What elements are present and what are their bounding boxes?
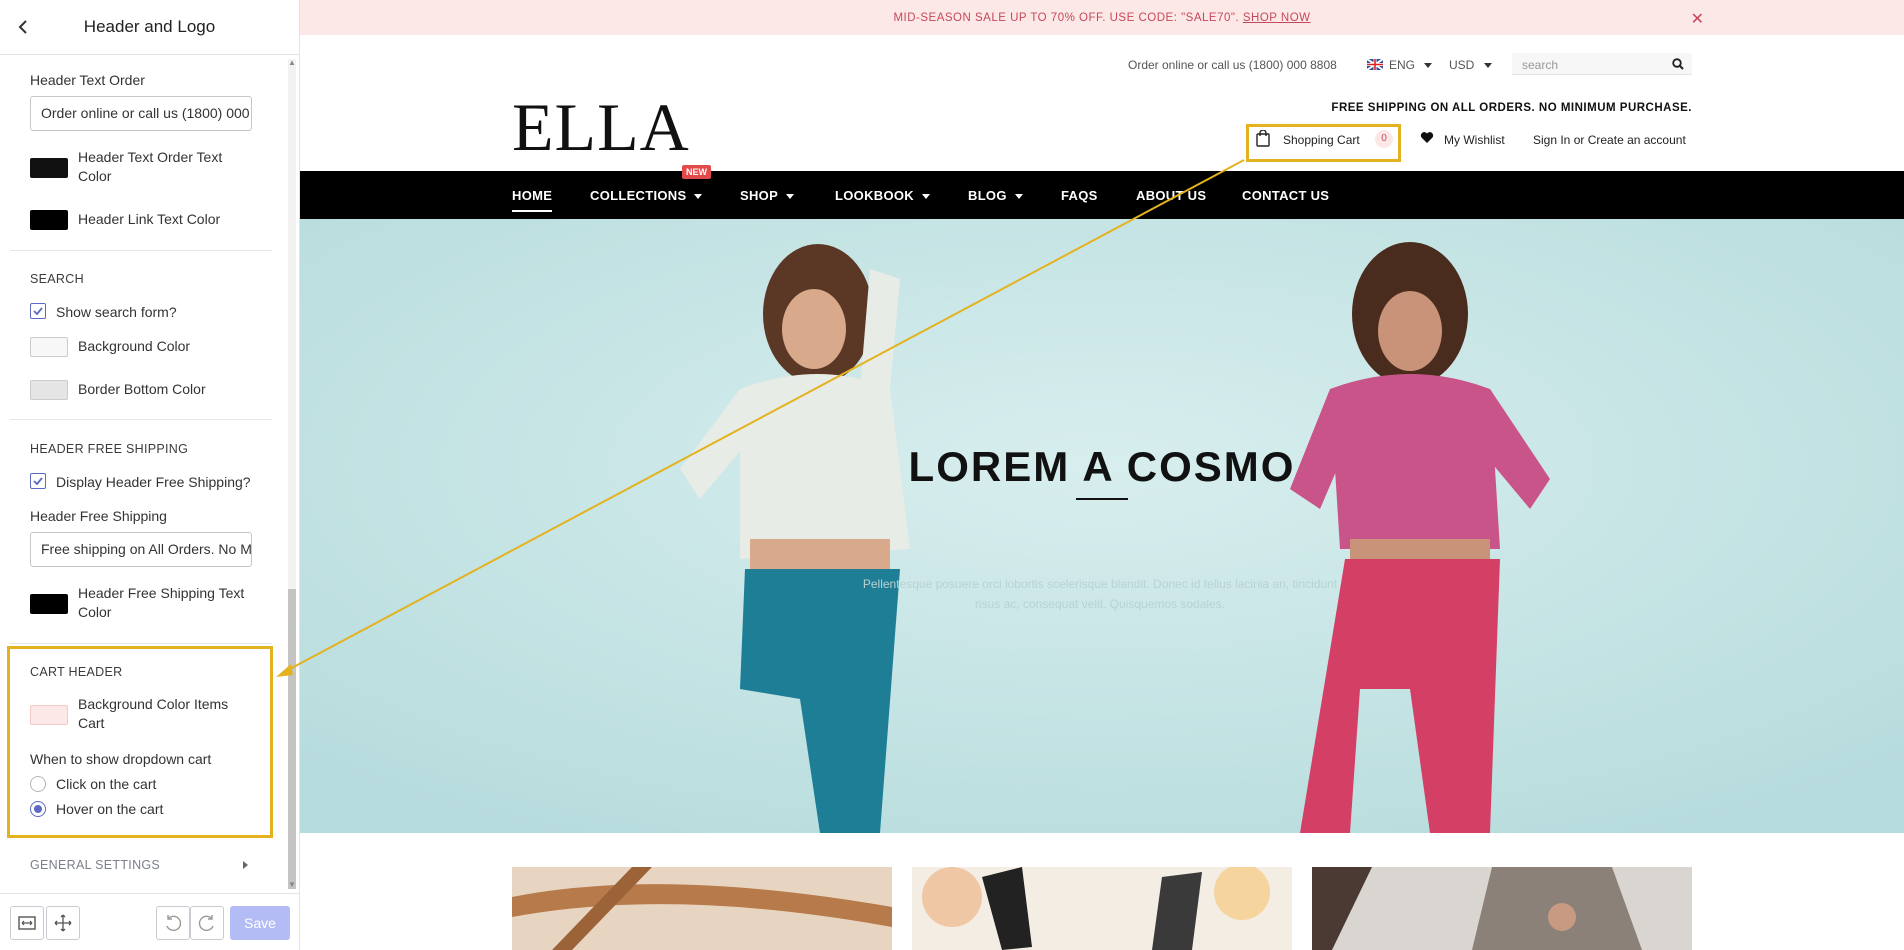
scrollbar-thumb[interactable] — [288, 589, 296, 889]
search-input[interactable]: search — [1522, 58, 1558, 72]
nav-blog[interactable]: BLOG — [968, 188, 1023, 203]
nav-lookbook-label: LOOKBOOK — [835, 188, 914, 203]
language-value: ENG — [1389, 58, 1416, 72]
show-search-form-checkbox[interactable] — [30, 303, 46, 319]
caret-down-icon — [1483, 63, 1492, 69]
nav-about-us[interactable]: ABOUT US — [1136, 188, 1206, 203]
header-free-shipping-input[interactable]: Free shipping on All Orders. No Minimum … — [30, 532, 252, 567]
top-bar: Order online or call us (1800) 000 8808 … — [300, 53, 1692, 75]
panel-scrollbar[interactable]: ▲ ▼ — [285, 59, 297, 889]
nav-collections[interactable]: COLLECTIONS — [590, 188, 703, 203]
nav-shop[interactable]: SHOP — [740, 188, 795, 203]
collection-image-3 — [1312, 867, 1692, 950]
collection-image-1 — [512, 867, 892, 950]
checkmark-icon — [33, 307, 43, 316]
nav-contact-us[interactable]: CONTACT US — [1242, 188, 1329, 203]
undo-button[interactable] — [156, 906, 190, 940]
uk-flag-icon — [1366, 58, 1384, 71]
panel-header: Header and Logo — [0, 0, 299, 55]
panel-footer: Save — [0, 893, 300, 950]
hero-models-image — [300, 219, 1904, 833]
nav-faqs[interactable]: FAQS — [1061, 188, 1098, 203]
header-text-order-input[interactable]: Order online or call us (1800) 000 8808 — [30, 96, 252, 131]
or-text: or — [1573, 133, 1585, 147]
free-shipping-text-color-swatch[interactable] — [30, 594, 68, 614]
hero-title: LOREM A COSMO — [908, 443, 1296, 490]
save-button[interactable]: Save — [230, 906, 290, 940]
caret-down-icon — [921, 194, 930, 200]
search-border-color-label: Border Bottom Color — [78, 381, 206, 397]
nav-home[interactable]: HOME — [512, 188, 553, 212]
checkmark-icon — [33, 477, 43, 486]
caret-down-icon — [1424, 63, 1433, 69]
header-free-shipping-label: Header Free Shipping — [30, 508, 167, 524]
collection-thumbnail-2[interactable] — [912, 867, 1292, 950]
show-search-form-label: Show search form? — [56, 304, 177, 320]
language-selector[interactable]: ENG — [1389, 58, 1433, 72]
new-badge: NEW — [682, 165, 711, 179]
shop-now-link[interactable]: SHOP NOW — [1243, 12, 1311, 24]
heart-icon — [1420, 132, 1434, 143]
hero-subtitle: Pellentesque posuere orci lobortis scele… — [862, 577, 1338, 611]
header-text-order-color-label: Header Text Order Text Color — [78, 149, 223, 184]
shopping-cart-label: Shopping Cart — [1283, 133, 1360, 147]
redo-button[interactable] — [190, 906, 224, 940]
order-text: Order online or call us (1800) 000 8808 — [1128, 58, 1337, 72]
cart-header-highlight-box — [7, 646, 273, 838]
store-preview: MID-SEASON SALE UP TO 70% OFF. USE CODE:… — [300, 0, 1904, 950]
shopping-bag-icon — [1256, 130, 1270, 147]
nav-lookbook[interactable]: LOOKBOOK — [835, 188, 930, 203]
nav-collections-label: COLLECTIONS — [590, 188, 687, 203]
search-border-color-swatch[interactable] — [30, 380, 68, 400]
fit-width-button[interactable] — [10, 906, 44, 940]
search-bg-color-swatch[interactable] — [30, 337, 68, 357]
free-shipping-section-title: HEADER FREE SHIPPING — [30, 442, 189, 456]
caret-right-icon — [243, 861, 248, 869]
fit-width-icon — [18, 916, 36, 930]
general-settings-section[interactable]: GENERAL SETTINGS — [30, 858, 160, 872]
currency-value: USD — [1449, 58, 1475, 72]
display-free-shipping-label: Display Header Free Shipping? — [56, 474, 251, 490]
hero-title-underline — [1076, 498, 1128, 500]
account-links: Sign In or Create an account — [1533, 133, 1686, 147]
nav-blog-label: BLOG — [968, 188, 1007, 203]
search-form[interactable]: search — [1512, 53, 1692, 75]
free-shipping-text-color-label: Header Free Shipping Text Color — [78, 585, 245, 620]
cart-count-badge: 0 — [1375, 130, 1393, 148]
collection-thumbnail-3[interactable] — [1312, 867, 1692, 950]
wishlist-label: My Wishlist — [1444, 133, 1505, 147]
caret-down-icon — [1014, 194, 1023, 200]
search-bg-color-label: Background Color — [78, 338, 191, 354]
hero-banner[interactable]: LOREM A COSMO Pellentesque posuere orci … — [300, 219, 1904, 833]
undo-icon — [166, 915, 182, 932]
main-navigation: HOME COLLECTIONS SHOP LOOKBOOK BLOG FAQS… — [300, 171, 1904, 219]
search-section-title: SEARCH — [30, 272, 84, 286]
announcement-text: MID-SEASON SALE UP TO 70% OFF. USE CODE:… — [300, 12, 1904, 24]
panel-title: Header and Logo — [83, 17, 216, 36]
announcement-bar: MID-SEASON SALE UP TO 70% OFF. USE CODE:… — [300, 0, 1904, 35]
collection-thumbnail-1[interactable] — [512, 867, 892, 950]
header-link-text-color-swatch[interactable] — [30, 210, 68, 230]
create-account-link[interactable]: Create an account — [1588, 133, 1686, 147]
currency-selector[interactable]: USD — [1449, 58, 1492, 72]
theme-editor-panel: Header and Logo Header Text Order Order … — [0, 0, 300, 950]
ella-logo[interactable]: ELLA — [512, 88, 690, 167]
redo-icon — [198, 915, 214, 932]
free-shipping-text: FREE SHIPPING ON ALL ORDERS. NO MINIMUM … — [1331, 102, 1692, 114]
move-icon — [54, 914, 72, 932]
display-free-shipping-checkbox[interactable] — [30, 473, 46, 489]
header-link-text-color-label: Header Link Text Color — [78, 211, 221, 227]
search-icon[interactable] — [1672, 58, 1684, 70]
announcement-message: MID-SEASON SALE UP TO 70% OFF. USE CODE:… — [893, 12, 1240, 24]
caret-down-icon — [786, 194, 795, 200]
move-button[interactable] — [46, 906, 80, 940]
close-icon[interactable]: ✕ — [1691, 9, 1704, 29]
nav-shop-label: SHOP — [740, 188, 779, 203]
sign-in-link[interactable]: Sign In — [1533, 133, 1570, 147]
header-text-order-color-swatch[interactable] — [30, 158, 68, 178]
collection-image-2 — [912, 867, 1292, 950]
header-text-order-label: Header Text Order — [30, 72, 145, 88]
caret-down-icon — [694, 194, 703, 200]
